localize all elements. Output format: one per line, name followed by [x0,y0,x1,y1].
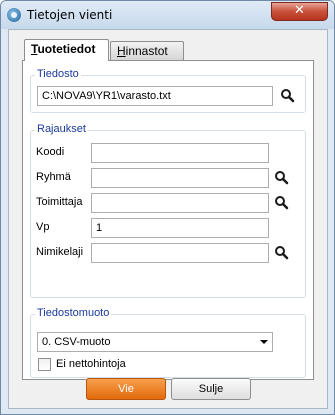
ryhma-label: Ryhmä [36,171,71,183]
koodi-label: Koodi [36,146,65,158]
group-tiedostomuoto-title: Tiedostomuoto [35,307,112,319]
group-rajaukset: Rajaukset Koodi Ryhmä Toimittaja Vp 1 Ni… [30,123,306,298]
close-button[interactable]: ✕ [271,2,328,21]
nimikelaji-input[interactable] [91,243,269,263]
nimikelaji-search-button[interactable] [273,244,291,262]
file-format-select[interactable]: 0. CSV-muoto [37,332,273,352]
vp-label: Vp [36,221,50,233]
ryhma-input[interactable] [91,168,269,188]
dialog-window: Tietojen vienti ✕ Tuotetiedot Hinnastot … [0,0,335,415]
nimikelaji-label: Nimikelaji [36,246,84,258]
search-icon [281,89,295,103]
toimittaja-label: Toimittaja [36,196,83,208]
vie-button[interactable]: Vie [86,378,166,400]
app-icon [7,8,21,22]
search-icon [275,196,289,210]
search-icon [275,171,289,185]
file-browse-button[interactable] [279,87,297,105]
ryhma-search-button[interactable] [273,169,291,187]
tab-panel-tuotetiedot: Tiedosto C:\NOVA9\YR1\varasto.txt Rajauk… [22,60,314,380]
file-format-selected: 0. CSV-muoto [42,336,111,348]
group-rajaukset-title: Rajaukset [35,123,88,135]
group-tiedosto-title: Tiedosto [35,68,81,80]
toimittaja-input[interactable] [91,193,269,213]
search-icon [275,246,289,260]
tab-tuotetiedot-label: uotetiedot [37,42,96,56]
group-tiedostomuoto: Tiedostomuoto 0. CSV-muoto Ei nettohinto… [30,307,306,378]
tab-hinnastot-label: innastot [125,44,168,58]
close-icon: ✕ [294,3,305,18]
chevron-down-icon [260,340,268,344]
koodi-input[interactable] [91,143,269,163]
ei-nettohintoja-checkbox[interactable] [38,358,51,371]
tab-hinnastot-mnemonic: H [117,44,126,58]
window-title: Tietojen vienti [27,8,113,22]
toimittaja-search-button[interactable] [273,194,291,212]
ei-nettohintoja-label: Ei nettohintoja [56,358,126,370]
group-tiedosto: Tiedosto C:\NOVA9\YR1\varasto.txt [30,68,306,113]
tab-tuotetiedot[interactable]: Tuotetiedot [24,39,109,61]
title-bar[interactable]: Tietojen vienti ✕ [1,1,334,29]
file-path-input[interactable]: C:\NOVA9\YR1\varasto.txt [37,86,273,106]
sulje-button[interactable]: Sulje [171,378,251,400]
vp-input[interactable]: 1 [91,218,269,238]
tab-hinnastot[interactable]: Hinnastot [110,41,184,60]
dialog-client: Tuotetiedot Hinnastot Tiedosto C:\NOVA9\… [8,29,328,409]
